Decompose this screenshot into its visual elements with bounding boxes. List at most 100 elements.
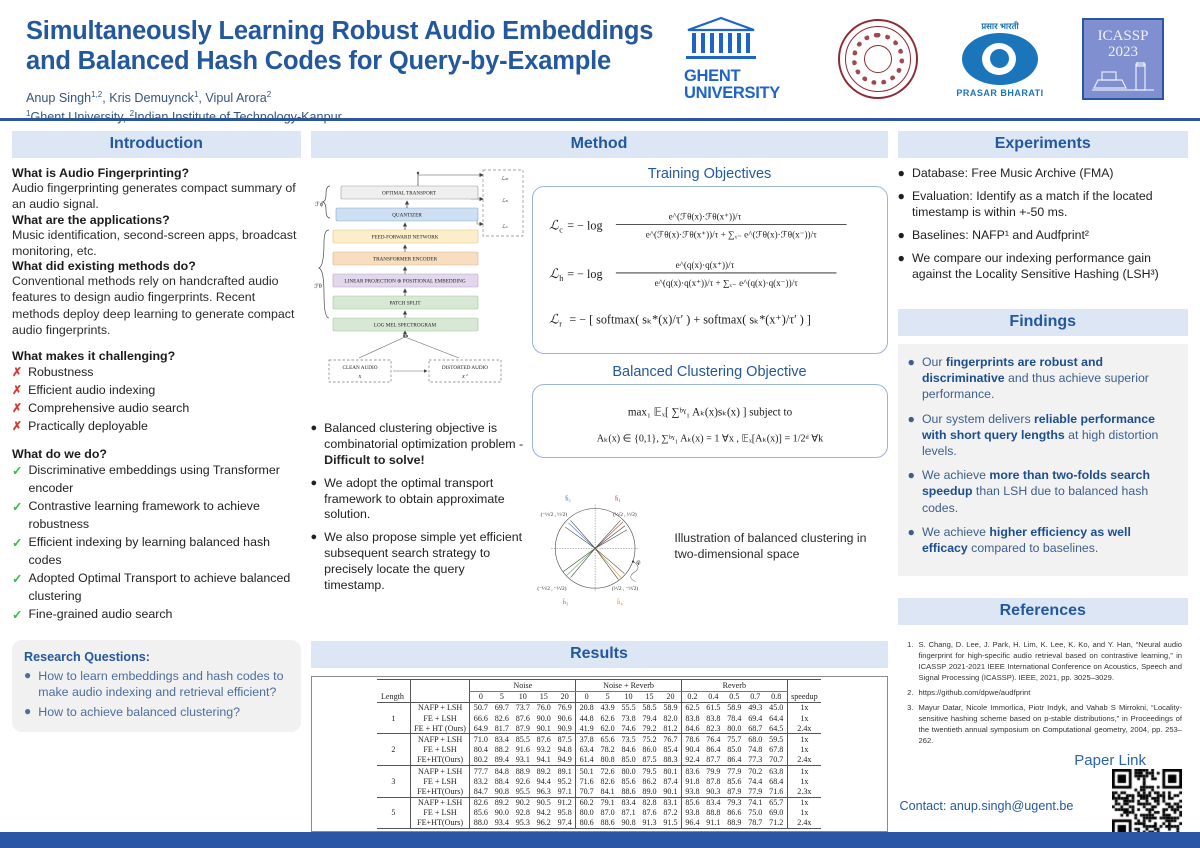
list-item: ✓ Contrastive learning framework to achie…: [12, 498, 260, 531]
prasar-bharati-hindi: प्रसार भारती: [981, 21, 1019, 32]
h2-label: h̄₂: [564, 495, 570, 502]
bullet-icon: ●: [907, 468, 915, 483]
section-heading-results: Results: [310, 641, 888, 669]
list-item: 3. Mayur Datar, Nicole Immorlica, Piotr I…: [907, 703, 1182, 746]
table-cell: 90.8: [618, 817, 640, 830]
ghent-university-logo: GHENT UNIVERSITY: [684, 16, 802, 103]
speedup-cell: 1x: [786, 733, 822, 745]
section-heading-findings: Findings: [897, 308, 1188, 336]
table-cell: 93.2: [536, 745, 551, 755]
table-cell: 80.4: [469, 744, 492, 755]
training-objectives-box: ℒ c = − log e^(ℱθ(x)·ℱθ(x⁺))/τ e^(ℱθ(x)·…: [531, 186, 888, 354]
column-header: 0.4: [708, 692, 719, 702]
svg-text:= − [ softmax( sₖ*(x)/τ′ ) + s: = − [ softmax( sₖ*(x)/τ′ ) + softmax( sₖ…: [569, 313, 811, 327]
row-length-label: [376, 817, 411, 830]
check-icon: ✓: [12, 499, 23, 514]
table-cell: 80.8: [600, 755, 615, 765]
icassp-harbour-icon: [1092, 62, 1154, 91]
table-cell: 80.0: [727, 723, 742, 733]
bullet-icon: ●: [897, 188, 905, 203]
table-cell: 77.7: [469, 764, 492, 777]
research-questions-title: Research Questions:: [24, 649, 150, 664]
table-cell: 87.9: [515, 723, 530, 733]
table-cell: 86.0: [642, 745, 657, 755]
table-cell: 76.4: [702, 733, 724, 745]
table-cell: 85.6: [727, 776, 742, 786]
list-item: ✗ Efficient audio indexing: [12, 382, 301, 400]
row-length-label: [377, 755, 410, 766]
table-cell: 69.0: [769, 808, 784, 818]
table-cell: 95.2: [557, 776, 572, 786]
h1-label: h̄₁: [614, 495, 620, 502]
list-item: ● Balanced clustering objective is combi…: [310, 421, 524, 467]
svg-text:e^(q(x)·q(x⁺))/τ: e^(q(x)·q(x⁺))/τ: [675, 260, 734, 270]
intro-answer-0: Audio fingerprinting generates compact s…: [12, 181, 296, 212]
speedup-cell: 2.4x: [786, 723, 822, 734]
svg-text:r: r: [559, 320, 562, 329]
table-cell: 80.0: [575, 807, 598, 818]
paper-link-qr-code[interactable]: [1112, 769, 1182, 840]
table-cell: 85.0: [621, 755, 636, 765]
table-cell: 87.6: [515, 713, 530, 723]
ghent-building-icon: [686, 16, 756, 59]
table-cell: 65.7: [765, 796, 788, 808]
svg-text:c: c: [559, 225, 563, 234]
page-title: Simultaneously Learning Robust Audio Emb…: [26, 17, 654, 76]
table-cell: 60.2: [575, 796, 598, 808]
intro-block-0: What is Audio Fingerprinting? Audio fing…: [12, 166, 301, 213]
h3-label: h̄₃: [562, 599, 568, 606]
table-row: FE+HT(Ours) 84.7 90.8 95.5 96.3 97.1 70.7 84.1 8…: [377, 786, 822, 798]
icassp-logo-text: ICASSP 2023: [1097, 28, 1149, 60]
table-cell: 81.2: [663, 723, 678, 733]
table-cell: 88.4: [494, 776, 509, 786]
table-row: FE+HT(Ours) 88.0 93.4 95.3 96.2 97.4 80.6 88.6 9…: [376, 817, 822, 830]
contact-row: Contact: anup.singh@ugent.be: [898, 769, 1189, 840]
bullet-icon: ●: [897, 227, 905, 242]
bullet-icon: ●: [907, 524, 915, 539]
table-cell: 90.6: [557, 713, 572, 723]
table-cell: 85.6: [621, 776, 636, 786]
table-cell: 82.6: [469, 796, 492, 808]
diagram-block-log-mel: LOG MEL SPECTROGRAM: [373, 323, 436, 329]
table-cell: 45.0: [765, 701, 788, 714]
author-list: Anup Singh1,2, Kris Demuynck1, Vipul Aro…: [26, 90, 272, 106]
table-cell: 71.6: [769, 786, 784, 796]
table-cell: 88.6: [597, 817, 619, 830]
results-table-body: NAFP + LSH 50.7 69.7 73.7 76.0 76.9 20.8 43.9 55…: [376, 701, 822, 830]
row-length-label: [376, 701, 411, 714]
table-cell: 74.4: [748, 776, 763, 786]
svg-text:ℒ: ℒ: [549, 266, 559, 281]
table-cell: 74.1: [744, 796, 766, 808]
table-cell: 76.9: [554, 701, 576, 714]
bullet-icon: ●: [310, 531, 318, 544]
table-cell: 58.9: [659, 701, 682, 714]
encoder-label-theta: ℱθ: [314, 283, 322, 290]
balanced-clustering-equation: max₁ 𝔼ₓ[ ∑ᵇˠ₁ Aₖ(x)sₖ(x) ] subject to Aₖ…: [596, 406, 823, 444]
list-item: ● We compare our indexing performance gai…: [897, 250, 1159, 281]
svg-text:e^(ℱθ(x)·ℱθ(x⁺))/τ + ∑ₓ₋ e^(ℱθ: e^(ℱθ(x)·ℱθ(x⁺))/τ + ∑ₓ₋ e^(ℱθ(x)·ℱθ(x⁻)…: [645, 230, 816, 240]
table-row: FE + HT (Ours) 64.9 81.7 87.9 90.1 90.9 41.9 62…: [377, 723, 822, 734]
table-cell: 61.4: [575, 754, 598, 766]
section-heading-experiments: Experiments: [897, 131, 1188, 158]
cross-icon: ✗: [12, 382, 23, 397]
table-cell: 78.7: [744, 817, 766, 830]
row-method-label: NAFP + LSH: [409, 733, 470, 745]
balanced-clustering-illustration: qᵢ h̄₁ h̄₂ h̄₃ h̄₄ (¹⁄√2 , ¹⁄√2) (⁻¹⁄√2 …: [532, 462, 888, 632]
list-item: ● We also propose simple yet efficient s…: [310, 530, 523, 592]
balanced-clustering-title: Balanced Clustering Objective: [612, 363, 807, 380]
table-cell: 88.9: [723, 817, 745, 830]
list-item: ● Baselines: NAFP¹ and Audfprint²: [897, 227, 1089, 242]
table-cell: 84.6: [680, 723, 703, 734]
contributions-list: ✓ Discriminative embeddings using Transfo…: [12, 462, 301, 624]
bullet-icon: ●: [24, 667, 32, 682]
section-heading-references: References: [897, 598, 1188, 626]
table-cell: 82.8: [639, 796, 660, 808]
intro-answer-2: Conventional methods rely on handcrafted…: [12, 274, 295, 337]
table-cell: 62.5: [680, 701, 703, 714]
cross-icon: ✗: [12, 365, 23, 379]
speedup-cell: 2.4x: [786, 754, 822, 766]
table-cell: 68.0: [744, 733, 766, 745]
list-item: ● Our fingerprints are robust and discri…: [907, 354, 1149, 402]
list-item: ● Database: Free Music Archive (FMA): [897, 166, 1114, 180]
header-text-block: Simultaneously Learning Robust Audio Emb…: [26, 14, 666, 126]
